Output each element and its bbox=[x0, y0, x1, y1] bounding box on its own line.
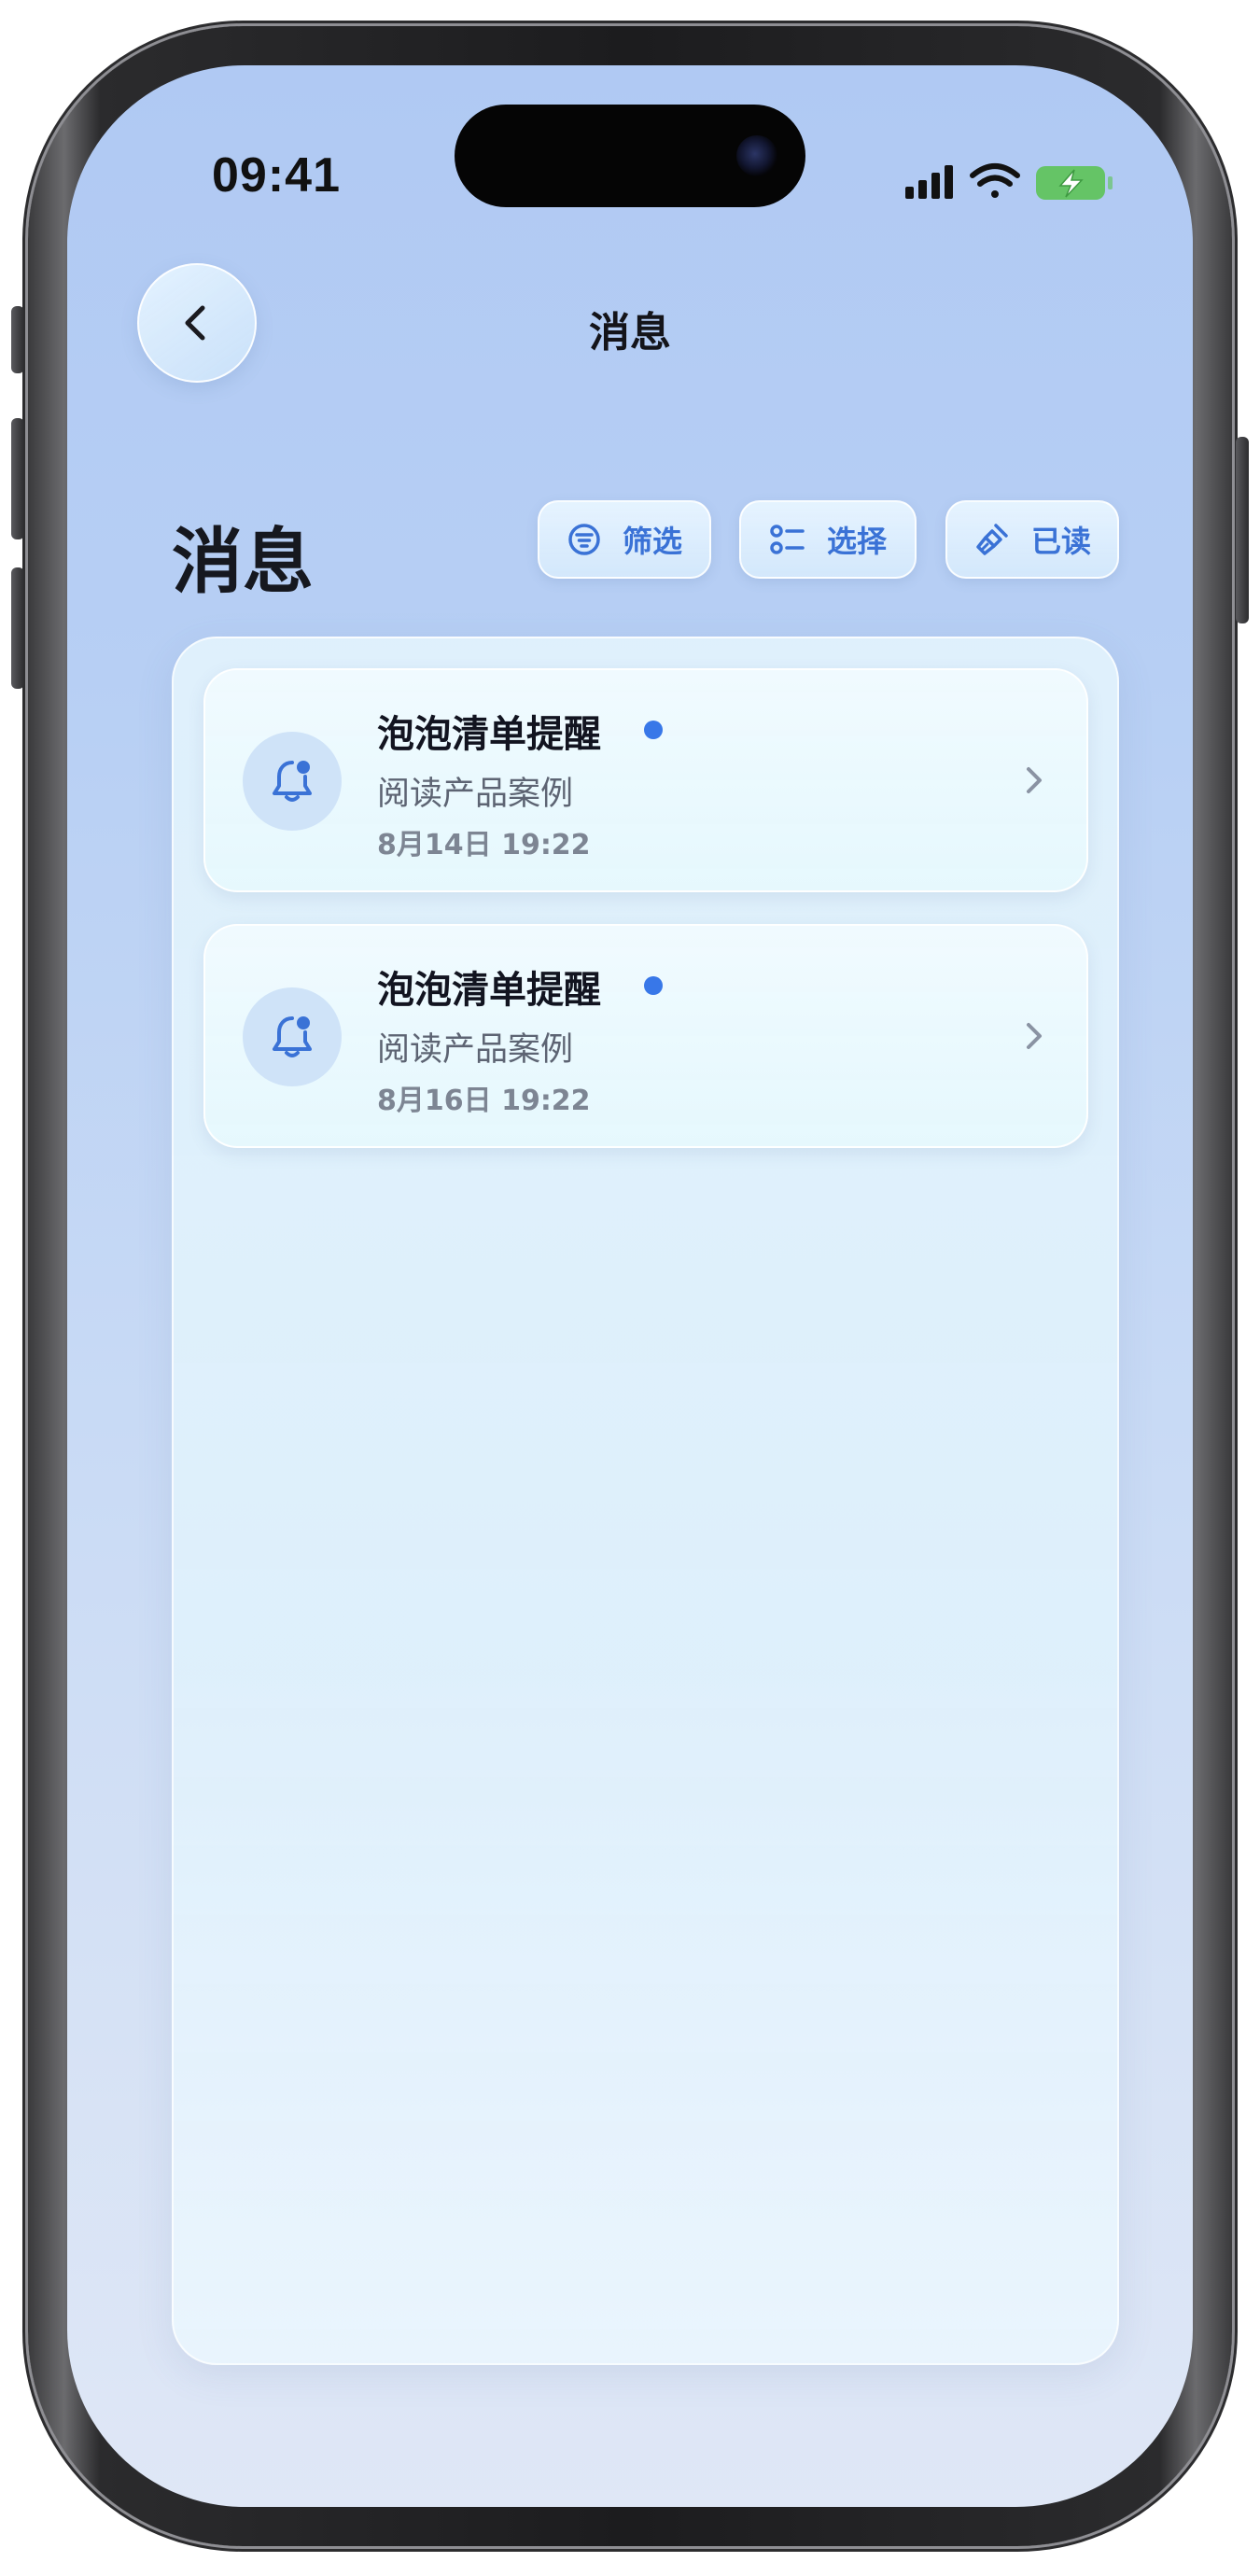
chevron-right-icon bbox=[1027, 1023, 1042, 1049]
unread-dot bbox=[644, 721, 663, 739]
filter-label: 筛选 bbox=[622, 524, 682, 559]
filter-icon bbox=[568, 524, 600, 555]
chevron-right-icon bbox=[1027, 767, 1042, 793]
camera-icon bbox=[736, 135, 777, 176]
screen: 09:41 消息 消息 筛选 选择 已读 泡泡清单提醒 阅读产品案例 8月14日… bbox=[67, 65, 1193, 2507]
message-time: 8月14日 19:22 bbox=[377, 829, 591, 861]
filter-button[interactable]: 筛选 bbox=[538, 500, 711, 579]
action-button bbox=[11, 306, 24, 373]
broom-icon bbox=[976, 524, 1008, 555]
bell-icon-badge bbox=[243, 987, 342, 1086]
message-time: 8月16日 19:22 bbox=[377, 1085, 591, 1117]
bell-icon bbox=[273, 1016, 312, 1057]
dynamic-island bbox=[455, 105, 805, 207]
select-list-icon bbox=[770, 525, 805, 554]
mark-read-button[interactable]: 已读 bbox=[945, 500, 1119, 579]
volume-down-button bbox=[11, 567, 24, 689]
battery-charging-icon bbox=[1036, 166, 1113, 200]
volume-up-button bbox=[11, 418, 24, 539]
message-card[interactable]: 泡泡清单提醒 阅读产品案例 8月16日 19:22 bbox=[203, 924, 1088, 1148]
bell-icon-badge bbox=[243, 732, 342, 831]
status-icons bbox=[905, 163, 1113, 200]
message-title: 泡泡清单提醒 bbox=[377, 969, 601, 1012]
page-title: 消息 bbox=[172, 520, 314, 603]
wifi-icon bbox=[970, 163, 1020, 198]
phone-frame: 09:41 消息 消息 筛选 选择 已读 泡泡清单提醒 阅读产品案例 8月14日… bbox=[11, 26, 1249, 2546]
power-button bbox=[1236, 437, 1249, 623]
message-card[interactable]: 泡泡清单提醒 阅读产品案例 8月14日 19:22 bbox=[203, 668, 1088, 892]
message-subtitle: 阅读产品案例 bbox=[377, 1031, 574, 1069]
message-subtitle: 阅读产品案例 bbox=[377, 776, 574, 813]
select-label: 选择 bbox=[826, 524, 887, 559]
mark-read-label: 已读 bbox=[1030, 524, 1091, 559]
status-time: 09:41 bbox=[212, 148, 341, 203]
select-button[interactable]: 选择 bbox=[739, 500, 917, 579]
message-list-panel bbox=[172, 637, 1119, 2365]
message-title: 泡泡清单提醒 bbox=[377, 713, 601, 756]
nav-title: 消息 bbox=[589, 309, 671, 357]
unread-dot bbox=[644, 976, 663, 995]
cellular-signal-icon bbox=[905, 165, 953, 199]
bell-icon bbox=[273, 761, 312, 802]
